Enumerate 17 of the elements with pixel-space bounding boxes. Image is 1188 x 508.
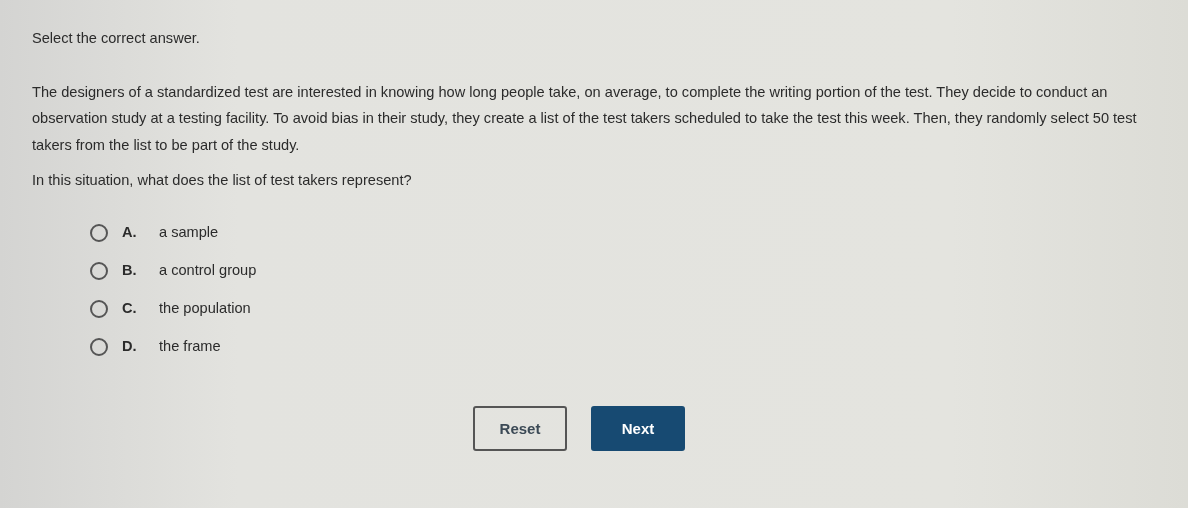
- instruction-text: Select the correct answer.: [32, 29, 201, 48]
- radio-button[interactable]: [90, 300, 108, 319]
- option-label[interactable]: the frame: [159, 336, 221, 359]
- next-button[interactable]: Next: [591, 406, 685, 452]
- option-letter: A.: [122, 223, 138, 243]
- reset-button[interactable]: Reset: [473, 406, 567, 452]
- passage-text: The designers of a standardized test are interested in knowing how long people take, on average, to complete the writing portion of the test. They decide to conduct an observation study at a testing facility. To avoid bias in their study, they create a list of the test takers scheduled to take the test this week. Then, they randomly select 50 test takers from the list to be part of the study.: [32, 82, 1138, 155]
- option-label[interactable]: the population: [159, 298, 251, 321]
- option-label[interactable]: a control group: [159, 260, 257, 283]
- option-letter: C.: [122, 299, 138, 319]
- question-text: In this situation, what does the list of test takers represent?: [32, 171, 413, 191]
- radio-button[interactable]: [90, 262, 108, 281]
- radio-button[interactable]: [90, 338, 108, 357]
- option-letter: D.: [122, 337, 138, 357]
- option-label[interactable]: a sample: [159, 222, 219, 245]
- option-letter: B.: [122, 261, 138, 281]
- radio-button[interactable]: [90, 224, 108, 243]
